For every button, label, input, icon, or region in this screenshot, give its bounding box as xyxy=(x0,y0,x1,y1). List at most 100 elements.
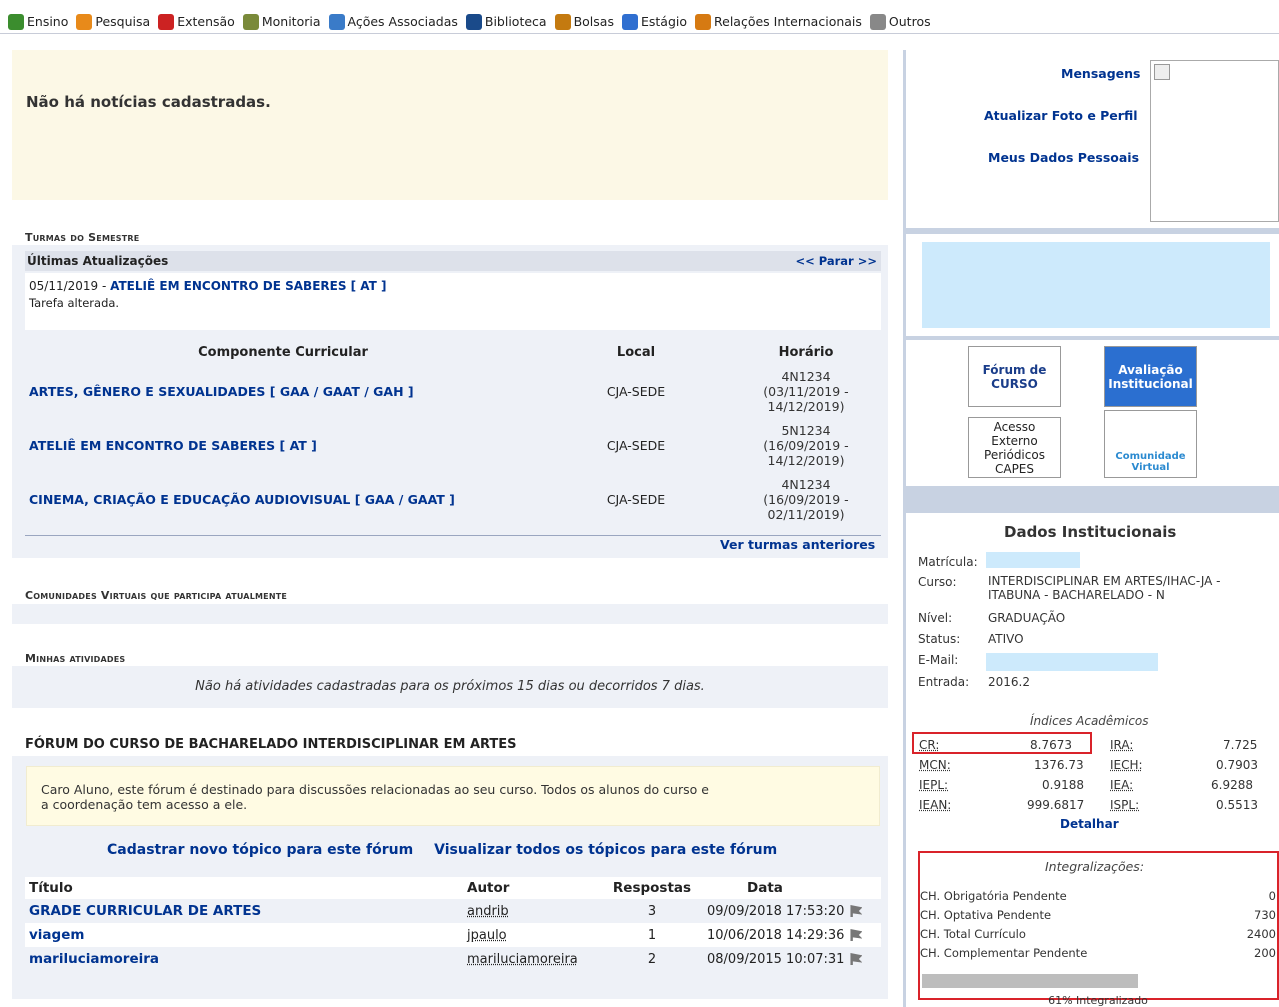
flag-icon[interactable] xyxy=(850,905,863,917)
nivel-label: Nível: xyxy=(918,611,953,625)
dados-title: Dados Institucionais xyxy=(1004,523,1177,541)
flag-icon[interactable] xyxy=(850,929,863,941)
topic-author[interactable]: andrib xyxy=(467,899,597,923)
comunidades-panel xyxy=(12,604,888,624)
list-item: CH. Obrigatória Pendente 0 xyxy=(920,889,1276,903)
menu-item-biblioteca[interactable]: Biblioteca xyxy=(465,13,547,30)
update-course-link[interactable]: ATELIÊ EM ENCONTRO DE SABERES [ AT ] xyxy=(110,279,386,293)
topic-replies: 3 xyxy=(597,899,707,923)
updates-title: Últimas Atualizações xyxy=(27,254,169,268)
iech-label: IECH: xyxy=(1110,758,1143,772)
comunidade-virtual-badge[interactable]: Comunidade Virtual xyxy=(1104,410,1197,478)
turma-link[interactable]: ATELIÊ EM ENCONTRO DE SABERES [ AT ] xyxy=(29,438,317,453)
col-data: Data xyxy=(707,877,881,899)
menu-item-pesquisa[interactable]: Pesquisa xyxy=(76,13,151,30)
globe-icon xyxy=(695,13,711,30)
mensagens-link[interactable]: Mensagens xyxy=(1061,66,1140,81)
topic-link[interactable]: mariluciamoreira xyxy=(29,951,159,967)
updates-header: Últimas Atualizações << Parar >> xyxy=(25,251,881,271)
avaliacao-badge[interactable]: Avaliação Institucional xyxy=(1104,346,1197,407)
indices-title: Índices Acadêmicos xyxy=(1030,714,1149,728)
menu-item-outros[interactable]: Outros xyxy=(869,13,931,30)
turma-horario: 5N1234 (16/09/2019 -14/12/2019) xyxy=(731,418,881,472)
status-value: ATIVO xyxy=(988,632,1024,646)
mcn-value: 1376.73 xyxy=(1034,758,1084,772)
all-topics-link[interactable]: Visualizar todos os tópicos para este fó… xyxy=(434,842,777,858)
turma-local: CJA-SEDE xyxy=(541,418,731,472)
menu-item-label: Outros xyxy=(888,14,931,29)
table-row: viagem jpaulo 1 10/06/2018 14:29:36 xyxy=(25,923,881,947)
matricula-value xyxy=(986,552,1080,568)
entrada-value: 2016.2 xyxy=(988,675,1030,689)
turma-horario: 4N1234 (03/11/2019 -14/12/2019) xyxy=(731,364,881,418)
col-horario: Horário xyxy=(778,344,834,360)
list-item: CH. Total Currículo 2400 xyxy=(920,927,1276,941)
flag-icon[interactable] xyxy=(850,953,863,965)
menu-item-ensino[interactable]: Ensino xyxy=(8,13,68,30)
turma-horario: 4N1234 (16/09/2019 -02/11/2019) xyxy=(731,472,881,526)
menu-item-label: Relações Internacionais xyxy=(714,14,862,29)
gears-icon xyxy=(328,13,345,30)
menu-item-ações-associadas[interactable]: Ações Associadas xyxy=(328,13,458,30)
topic-author[interactable]: jpaulo xyxy=(467,923,597,947)
monitor-icon xyxy=(242,13,259,30)
integralizacao-progress-bar xyxy=(922,974,1138,988)
topic-replies: 1 xyxy=(597,923,707,947)
topic-link[interactable]: GRADE CURRICULAR DE ARTES xyxy=(29,903,261,919)
col-autor: Autor xyxy=(467,877,597,899)
forum-links: Cadastrar novo tópico para este fórum Vi… xyxy=(107,842,793,858)
entrada-label: Entrada: xyxy=(918,675,970,689)
iean-label: IEAN: xyxy=(919,798,952,812)
email-value xyxy=(986,653,1158,671)
turma-local: CJA-SEDE xyxy=(541,364,731,418)
iean-value: 999.6817 xyxy=(1027,798,1085,812)
progress-label: 61% Integralizado xyxy=(1048,994,1148,1007)
broken-image-icon xyxy=(1154,64,1170,80)
meus-dados-link[interactable]: Meus Dados Pessoais xyxy=(988,150,1139,165)
ispl-label: ISPL: xyxy=(1110,798,1140,812)
ispl-value: 0.5513 xyxy=(1216,798,1258,812)
printer-icon xyxy=(869,13,886,30)
menu-item-label: Pesquisa xyxy=(95,14,151,29)
col-local: Local xyxy=(616,344,656,360)
ira-value: 7.725 xyxy=(1223,738,1258,752)
capes-badge[interactable]: Acesso Externo Periódicos CAPES xyxy=(968,417,1061,478)
news-panel: Não há notícias cadastradas. xyxy=(12,50,888,200)
menu-item-label: Biblioteca xyxy=(484,14,547,29)
integralizacoes-title: Integralizações: xyxy=(1045,859,1145,874)
iech-value: 0.7903 xyxy=(1216,758,1258,772)
atividades-section-title: Minhas atividades xyxy=(25,652,126,665)
menu-item-bolsas[interactable]: Bolsas xyxy=(554,13,614,30)
forum-curso-badge[interactable]: Fórum de CURSO xyxy=(968,346,1061,407)
list-item: CH. Complementar Pendente 200 xyxy=(920,946,1276,960)
updates-stop-link[interactable]: << Parar >> xyxy=(795,254,877,268)
turma-local: CJA-SEDE xyxy=(541,472,731,526)
menu-item-label: Estágio xyxy=(640,14,687,29)
col-componente: Componente Curricular xyxy=(198,344,368,360)
topic-date: 10/06/2018 14:29:36 xyxy=(707,927,845,943)
update-date: 05/11/2019 - xyxy=(29,279,107,293)
nivel-value: GRADUAÇÃO xyxy=(988,611,1066,625)
cr-value: 8.7673 xyxy=(1030,738,1072,752)
iepl-label: IEPL: xyxy=(919,778,949,792)
detalhar-link[interactable]: Detalhar xyxy=(1060,817,1119,831)
badge-icon xyxy=(621,13,638,30)
menu-item-relações-internacionais[interactable]: Relações Internacionais xyxy=(695,13,862,30)
topic-link[interactable]: viagem xyxy=(29,927,84,943)
turma-link[interactable]: CINEMA, CRIAÇÃO E EDUCAÇÃO AUDIOVISUAL [… xyxy=(29,492,455,507)
topic-date: 08/09/2015 10:07:31 xyxy=(707,951,845,967)
ver-turmas-anteriores-link[interactable]: Ver turmas anteriores xyxy=(720,537,875,552)
forum-note: Caro Aluno, este fórum é destinado para … xyxy=(26,766,880,826)
menu-item-monitoria[interactable]: Monitoria xyxy=(242,13,321,30)
atualizar-foto-link[interactable]: Atualizar Foto e Perfil xyxy=(984,108,1138,123)
menu-item-label: Extensão xyxy=(177,14,235,29)
new-topic-link[interactable]: Cadastrar novo tópico para este fórum xyxy=(107,842,413,858)
flask-icon xyxy=(76,13,93,30)
menu-item-extensão[interactable]: Extensão xyxy=(158,13,235,30)
table-row: GRADE CURRICULAR DE ARTES andrib 3 09/09… xyxy=(25,899,881,923)
turma-link[interactable]: ARTES, GÊNERO E SEXUALIDADES [ GAA / GAA… xyxy=(29,384,414,399)
mcn-label: MCN: xyxy=(919,758,951,772)
topic-author[interactable]: mariluciamoreira xyxy=(467,947,597,971)
menu-item-estágio[interactable]: Estágio xyxy=(621,13,687,30)
profile-photo[interactable] xyxy=(1150,60,1279,222)
